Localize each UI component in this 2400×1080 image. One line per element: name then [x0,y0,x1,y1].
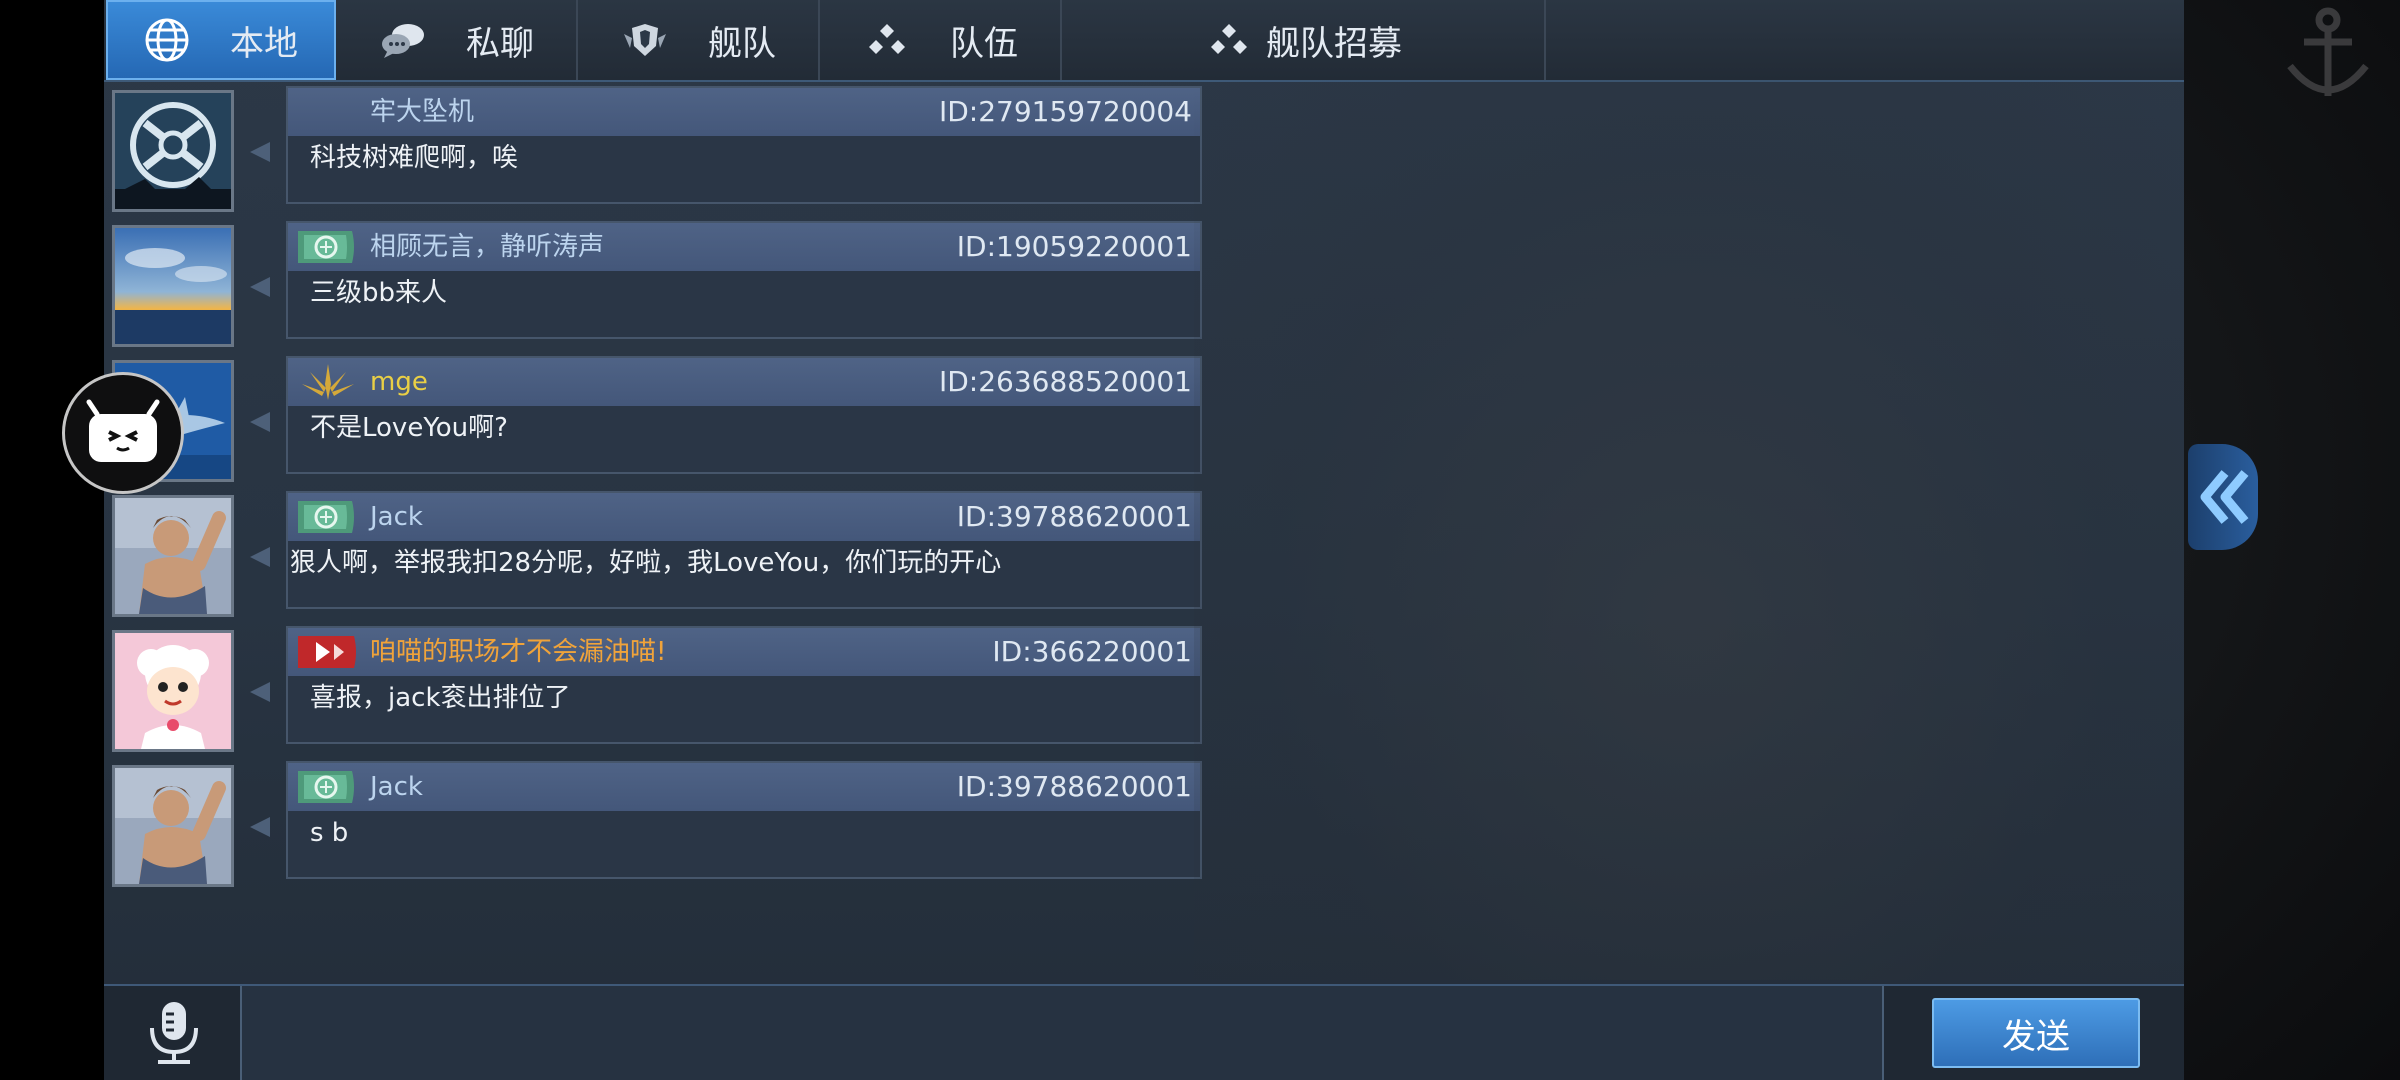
send-button[interactable]: 发送 [1932,998,2140,1068]
bubble-pointer-icon [250,277,270,297]
chat-tab-bar: 本地 私聊 舰队 队伍 舰队招募 [104,0,2184,82]
tab-label: 本地 [230,23,298,64]
message-header: 牢大坠机 ID:279159720004 [288,88,1200,136]
gold-crest-badge-icon [296,362,360,402]
message-bubble: Jack ID:39788620001 狠人啊，举报我扣28分呢，好啦，我LoveY… [286,491,1202,609]
message-text: 不是LoveYou啊? [310,413,508,443]
message-header: Jack ID:39788620001 [288,763,1200,811]
player-id: ID:19059220001 [956,230,1192,263]
microphone-icon[interactable] [144,1000,204,1066]
message-bubble: 相顾无言，静听涛声 ID:19059220001 三级bb来人 [286,221,1202,339]
player-avatar[interactable] [112,495,234,617]
player-id: ID:279159720004 [938,95,1192,128]
chat-message-row: Jack ID:39788620001 狠人啊，举报我扣28分呢，好啦，我LoveY… [112,491,1202,619]
empty-badge [296,92,360,132]
player-id: ID:263688520001 [938,365,1192,398]
bubble-pointer-icon [250,142,270,162]
globe-icon [144,17,190,63]
player-name[interactable]: Jack [370,497,423,537]
player-name[interactable]: mge [370,362,428,402]
team-dots-icon [1206,17,1252,63]
message-text: 三级bb来人 [310,278,448,308]
message-bubble: Jack ID:39788620001 s b [286,761,1202,879]
red-flag-badge-icon [296,632,360,672]
chat-message-row: 相顾无言，静听涛声 ID:19059220001 三级bb来人 [112,221,1202,349]
tv-mascot-icon [86,399,160,462]
chat-message-row: mge ID:263688520001 不是LoveYou啊? [112,356,1202,484]
green-flag-badge-icon [296,497,360,537]
player-avatar[interactable] [112,225,234,347]
bubble-pointer-icon [250,412,270,432]
tab-fleet-recruit[interactable]: 舰队招募 [1064,0,1546,80]
player-avatar[interactable] [112,765,234,887]
collapse-panel-button[interactable] [2188,444,2258,550]
player-id: ID:366220001 [992,635,1192,668]
message-bubble: 牢大坠机 ID:279159720004 科技树难爬啊，唉 [286,86,1202,204]
chat-panel: 本地 私聊 舰队 队伍 舰队招募 牢大坠机 ID:279159720004 科技… [104,0,2184,1080]
tab-local[interactable]: 本地 [106,0,336,80]
message-text: 狠人啊，举报我扣28分呢，好啦，我LoveYou，你们玩的开心 [290,548,1002,578]
bubble-pointer-icon [250,547,270,567]
anchor-icon [2287,7,2369,96]
player-name[interactable]: 咱喵的职场才不会漏油喵! [370,632,666,672]
player-avatar[interactable] [112,630,234,752]
tab-label: 私聊 [466,23,534,64]
tab-label: 舰队招募 [1266,23,1402,64]
message-text: 喜报，jack衮出排位了 [310,683,571,713]
tab-private-chat[interactable]: 私聊 [338,0,578,80]
tab-label: 舰队 [708,23,776,64]
player-id: ID:39788620001 [956,770,1192,803]
tab-team[interactable]: 队伍 [822,0,1062,80]
bubble-pointer-icon [250,817,270,837]
tab-fleet[interactable]: 舰队 [580,0,820,80]
team-dots-icon [864,17,910,63]
chat-bubbles-icon [380,17,426,63]
bubble-pointer-icon [250,682,270,702]
green-flag-badge-icon [296,767,360,807]
message-header: 咱喵的职场才不会漏油喵! ID:366220001 [288,628,1200,676]
player-id: ID:39788620001 [956,500,1192,533]
green-flag-badge-icon [296,227,360,267]
tab-label: 队伍 [950,23,1018,64]
message-bubble: mge ID:263688520001 不是LoveYou啊? [286,356,1202,474]
player-name[interactable]: Jack [370,767,423,807]
message-bubble: 咱喵的职场才不会漏油喵! ID:366220001 喜报，jack衮出排位了 [286,626,1202,744]
message-header: mge ID:263688520001 [288,358,1200,406]
chat-message-row: 咱喵的职场才不会漏油喵! ID:366220001 喜报，jack衮出排位了 [112,626,1202,754]
double-chevron-left-icon [2200,470,2249,524]
message-text: 科技树难爬啊，唉 [310,143,519,173]
screen-recorder-float-button[interactable] [62,372,184,494]
message-text: s b [310,818,349,848]
input-bar: 发送 [104,984,2184,1080]
player-name[interactable]: 相顾无言，静听涛声 [370,227,604,267]
player-name[interactable]: 牢大坠机 [370,92,474,132]
message-header: 相顾无言，静听涛声 ID:19059220001 [288,223,1200,271]
player-avatar[interactable] [112,90,234,212]
fleet-emblem-icon [622,17,668,63]
chat-message-row: 牢大坠机 ID:279159720004 科技树难爬啊，唉 [112,86,1202,214]
chat-message-row: Jack ID:39788620001 s b [112,761,1202,889]
chat-message-input[interactable] [240,986,1884,1080]
message-header: Jack ID:39788620001 [288,493,1200,541]
